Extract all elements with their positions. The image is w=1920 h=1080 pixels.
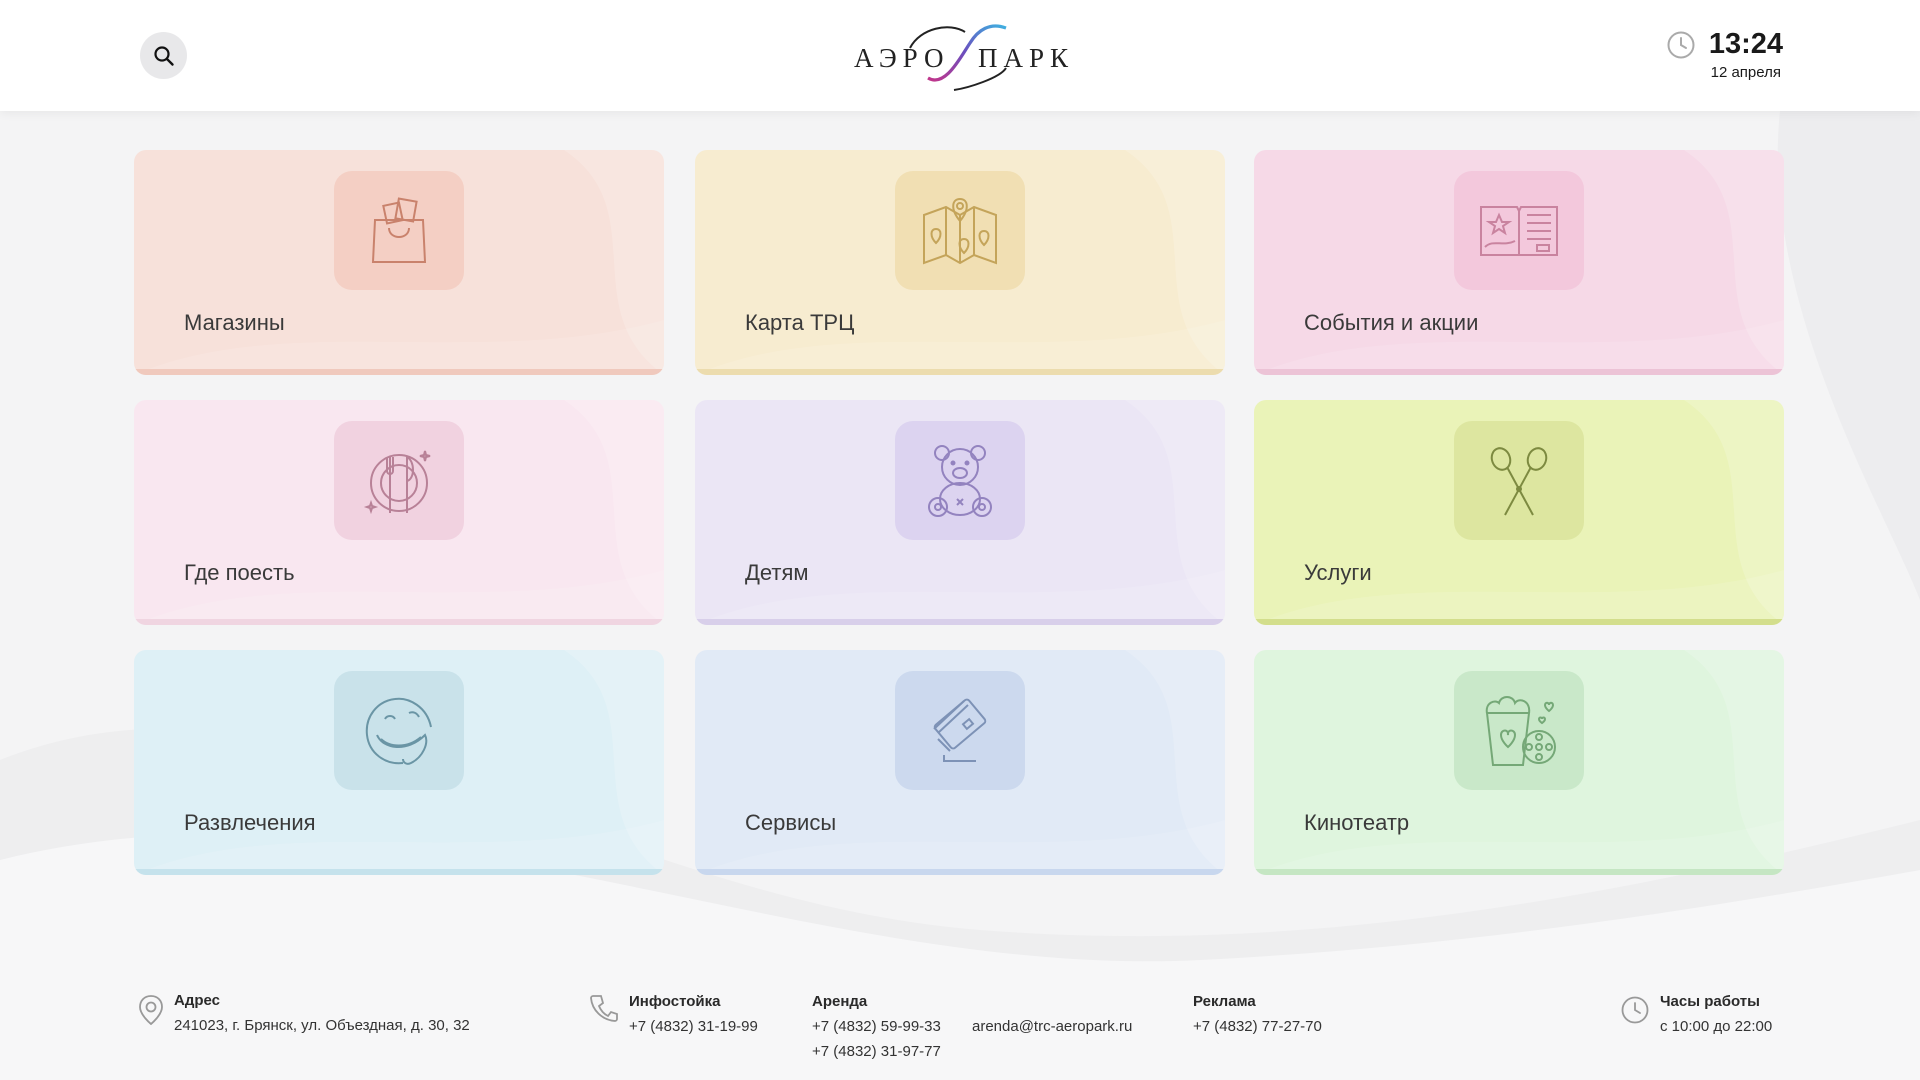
icon-box [1454, 671, 1584, 790]
tile-bottom-bar [695, 869, 1225, 875]
footer-ads-title: Реклама [1193, 993, 1256, 1010]
logo: АЭРО ПАРК [850, 18, 1070, 94]
search-button[interactable] [140, 32, 187, 79]
tile-bottom-bar [1254, 619, 1784, 625]
tile-label: События и акции [1304, 310, 1479, 335]
clock-icon [1667, 31, 1695, 59]
tile-where-to-eat[interactable]: Где поесть [134, 400, 664, 625]
dining-icon [363, 450, 431, 514]
shopping-bag-icon [371, 196, 427, 263]
footer-hours-title: Часы работы [1660, 993, 1760, 1010]
header: АЭРО ПАРК 13:24 12 апреля [0, 0, 1920, 111]
footer-rent-email[interactable]: arenda@trc-aeropark.ru [972, 1014, 1132, 1039]
footer-info-title: Инфостойка [629, 993, 721, 1010]
current-time: 13:24 [1708, 28, 1783, 60]
icon-box [1454, 171, 1584, 290]
tile-services[interactable]: Услуги [1254, 400, 1784, 625]
footer: Адрес 241023, г. Брянск, ул. Объездная, … [0, 985, 1920, 1080]
footer-hours: Часы работы с 10:00 до 22:00 [1660, 989, 1772, 1039]
footer-address: Адрес 241023, г. Брянск, ул. Объездная, … [174, 988, 470, 1038]
tile-kids[interactable]: Детям [695, 400, 1225, 625]
tile-bottom-bar [134, 369, 664, 375]
footer-hours-text: с 10:00 до 22:00 [1660, 1018, 1773, 1035]
icon-box [334, 421, 464, 540]
scissors-icon [1490, 446, 1548, 515]
tile-bottom-bar [134, 619, 664, 625]
tile-label: Магазины [184, 310, 285, 335]
tile-entertainment[interactable]: Развлечения [134, 650, 664, 875]
tile-bottom-bar [134, 869, 664, 875]
footer-rent: Аренда +7 (4832) 59-99-33 +7 (4832) 31-9… [812, 989, 941, 1064]
teddy-bear-icon [928, 444, 992, 517]
phone-icon [590, 995, 618, 1022]
tile-bottom-bar [1254, 369, 1784, 375]
footer-rent-phone-2: +7 (4832) 31-97-77 [812, 1043, 941, 1060]
tile-label: Сервисы [745, 810, 837, 835]
tile-label: Развлечения [184, 810, 316, 835]
footer-rent-title: Аренда [812, 993, 868, 1010]
footer-info-phone: +7 (4832) 31-19-99 [629, 1018, 758, 1035]
logo-text-right: ПАРК [978, 43, 1075, 73]
tile-mall-map[interactable]: Карта ТРЦ [695, 150, 1225, 375]
tile-bottom-bar [1254, 869, 1784, 875]
footer-info-desk: Инфостойка +7 (4832) 31-19-99 [629, 989, 758, 1039]
news-icon [1480, 205, 1558, 256]
icon-box [895, 171, 1025, 290]
logo-text-left: АЭРО [854, 43, 950, 73]
footer-ads: Реклама +7 (4832) 77-27-70 [1193, 989, 1322, 1039]
footer-rent-phone-1: +7 (4832) 59-99-33 [812, 1018, 941, 1035]
tile-events[interactable]: События и акции [1254, 150, 1784, 375]
laughing-face-icon [365, 697, 432, 765]
tile-services-misc[interactable]: Сервисы [695, 650, 1225, 875]
cinema-icon [1485, 695, 1556, 766]
footer-address-text: 241023, г. Брянск, ул. Объездная, д. 30,… [174, 1017, 470, 1034]
tile-shops[interactable]: Магазины [134, 150, 664, 375]
icon-box [895, 671, 1025, 790]
tile-bottom-bar [695, 369, 1225, 375]
icon-box [334, 671, 464, 790]
current-date: 12 апреля [1710, 64, 1781, 81]
search-icon [153, 45, 174, 66]
credit-card-icon [933, 698, 987, 762]
tile-label: Услуги [1304, 560, 1372, 585]
tile-label: Карта ТРЦ [745, 310, 855, 335]
tile-label: Где поесть [184, 560, 295, 585]
tile-label: Детям [745, 560, 809, 585]
icon-box [895, 421, 1025, 540]
icon-box [334, 171, 464, 290]
tile-cinema[interactable]: Кинотеатр [1254, 650, 1784, 875]
map-icon [923, 197, 997, 264]
tile-label: Кинотеатр [1304, 810, 1410, 835]
footer-ads-phone: +7 (4832) 77-27-70 [1193, 1018, 1322, 1035]
icon-box [1454, 421, 1584, 540]
clock-icon [1621, 996, 1649, 1024]
tile-bottom-bar [695, 619, 1225, 625]
footer-address-title: Адрес [174, 992, 221, 1009]
footer-rent-email-block: arenda@trc-aeropark.ru [972, 1014, 1132, 1039]
location-pin-icon [139, 995, 163, 1026]
